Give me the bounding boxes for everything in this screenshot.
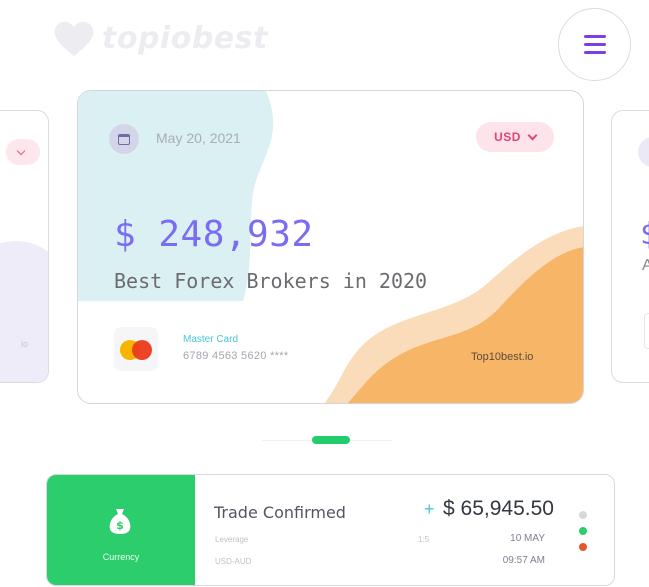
card-site: Top10best.io: [471, 351, 534, 363]
mastercard-icon: [114, 327, 158, 371]
brand-name: topiobest: [102, 20, 268, 56]
trade-amount: $ 65,945.50: [443, 497, 554, 520]
currency-dropdown: [6, 139, 40, 165]
trade-date: 10 MAY: [510, 533, 545, 544]
heart-logo-icon: [54, 21, 94, 56]
currency-badge-label: Currency: [102, 552, 140, 562]
status-dot: [579, 543, 587, 551]
card-date: May 20, 2021: [156, 130, 241, 146]
card-tagline-fragment: A: [642, 257, 649, 275]
leverage-label: Leverage: [215, 535, 249, 544]
currency-dropdown[interactable]: USD: [476, 122, 554, 152]
card-tagline: Best Forex Brokers in 2020: [114, 269, 428, 293]
carousel-pagination: [262, 436, 392, 446]
currency-badge: $ Currency: [47, 475, 195, 585]
decorative-blob: [0, 241, 48, 382]
card-number: 6789 4563 5620 ****: [183, 350, 289, 362]
hamburger-menu-icon: [583, 34, 606, 55]
card-logo-box: [644, 313, 649, 349]
trade-time: 09:57 AM: [502, 555, 545, 566]
currency-pair: USD-AUD: [215, 557, 252, 566]
card-balance-amount: $ 248,932: [114, 214, 314, 255]
carousel-card-previous[interactable]: io: [0, 110, 49, 383]
currency-label: USD: [494, 130, 521, 144]
menu-button[interactable]: [558, 8, 631, 81]
balance-card[interactable]: May 20, 2021 USD $ 248,932 Best Forex Br…: [77, 90, 584, 404]
card-type-label: Master Card: [183, 334, 239, 345]
trade-title: Trade Confirmed: [214, 503, 346, 522]
trade-transaction-item[interactable]: $ Currency Trade Confirmed + $ 65,945.50…: [46, 474, 615, 586]
card-site-fragment: io: [20, 339, 28, 349]
calendar-icon: [638, 137, 649, 167]
brand-logo[interactable]: topiobest: [52, 18, 268, 58]
card-amount-fragment: $: [640, 217, 649, 252]
status-dot: [579, 511, 587, 519]
money-bag-icon: $: [109, 509, 131, 534]
carousel-card-next[interactable]: $ A: [611, 110, 649, 383]
svg-text:$: $: [116, 519, 124, 532]
calendar-icon: [109, 124, 139, 154]
chevron-down-icon: [527, 130, 538, 140]
pagination-active-indicator[interactable]: [312, 436, 350, 444]
trade-sign: +: [424, 499, 435, 519]
leverage-value: 1:5: [418, 535, 430, 544]
status-dot: [579, 527, 587, 535]
